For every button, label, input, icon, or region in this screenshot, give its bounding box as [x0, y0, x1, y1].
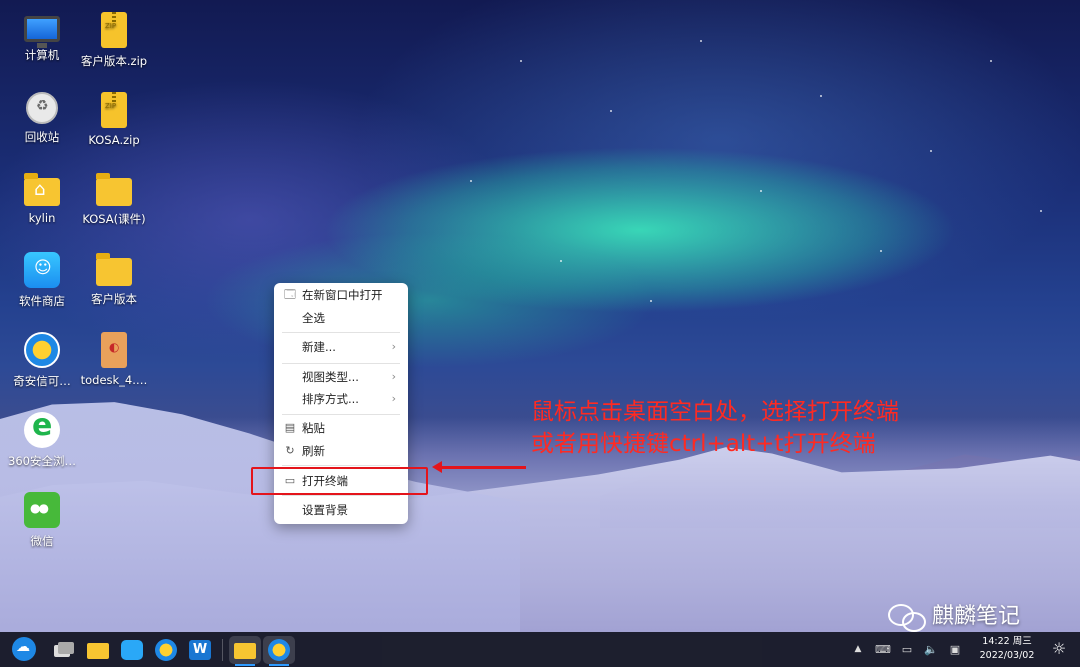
network-icon[interactable]: ▣: [946, 632, 964, 667]
keyboard-icon[interactable]: ⌨: [874, 632, 892, 667]
desktop-icon-label: KOSA(课件): [82, 212, 146, 226]
volume-icon[interactable]: 🔈: [922, 632, 940, 667]
desktop-icon-360-browser[interactable]: 360安全浏…: [4, 408, 80, 469]
clipboard-icon: ▤: [284, 421, 296, 434]
desktop-icon-label: kylin: [28, 211, 56, 225]
menu-item-label: 全选: [302, 311, 325, 325]
wps-icon[interactable]: [186, 636, 214, 664]
menu-separator: [282, 465, 400, 466]
watermark: 麒麟笔记: [888, 598, 1021, 632]
menu-separator: [282, 414, 400, 415]
notification-icon[interactable]: ▭: [898, 632, 916, 667]
clock-time: 14:22 周三: [982, 636, 1032, 647]
taskbar-file-manager-icon[interactable]: [84, 636, 112, 664]
desktop-icon-client-version-folder[interactable]: 客户版本: [76, 252, 152, 307]
desktop-icon-label: 360安全浏…: [8, 454, 76, 468]
home-folder-icon: [24, 173, 60, 206]
desktop-icon-qianxin-browser[interactable]: 奇安信可…: [4, 332, 80, 389]
browser-360-icon: [24, 408, 60, 448]
menu-separator: [282, 332, 400, 333]
menu-item-label: 粘贴: [302, 421, 325, 435]
multitask-icon[interactable]: [50, 636, 78, 664]
desktop-wallpaper[interactable]: [0, 0, 1080, 632]
desktop-icon-computer[interactable]: 计算机: [4, 12, 80, 63]
kylin-start-icon[interactable]: [12, 637, 36, 661]
software-store-icon: [24, 252, 60, 288]
qianxin-browser-icon: [24, 332, 60, 368]
desktop-icon-label: KOSA.zip: [88, 133, 140, 147]
desktop-icon-client-version-zip[interactable]: 客户版本.zip: [76, 12, 152, 69]
wechat-icon: [24, 492, 60, 528]
menu-separator: [282, 495, 400, 496]
menu-item-set-background[interactable]: 设置背景: [274, 499, 408, 521]
desktop-icon-trash[interactable]: 回收站: [4, 92, 80, 145]
desktop-icon-kosa-courseware[interactable]: KOSA(课件): [76, 172, 152, 227]
computer-icon: [24, 16, 60, 48]
taskbar-file-manager-open-icon[interactable]: [229, 636, 261, 664]
menu-item-new[interactable]: 新建... ›: [274, 336, 408, 358]
desktop-icon-label: 回收站: [24, 130, 60, 144]
desktop-icon-label: 软件商店: [19, 294, 65, 308]
desktop-icon-todesk-deb[interactable]: todesk_4.…: [76, 332, 152, 387]
zip-file-icon: [101, 92, 127, 128]
desktop-icon-label: 客户版本.zip: [80, 54, 148, 68]
clock-date: 2022/03/02: [979, 650, 1035, 661]
desktop-icon-kosa-zip[interactable]: KOSA.zip: [76, 92, 152, 147]
folder-icon: [96, 253, 132, 286]
menu-item-paste[interactable]: ▤ 粘贴: [274, 417, 408, 439]
desktop-icon-kylin-home[interactable]: kylin: [4, 172, 80, 225]
desktop-icon-label: todesk_4.…: [80, 373, 148, 387]
menu-item-open-in-new-window[interactable]: 🗔 在新窗口中打开: [274, 284, 408, 306]
menu-item-label: 刷新: [302, 444, 325, 458]
desktop-icon-software-store[interactable]: 软件商店: [4, 252, 80, 309]
desktop-icon-label: 奇安信可…: [13, 374, 71, 388]
menu-separator: [282, 363, 400, 364]
annotation-line-2: 或者用快捷键ctrl+alt+t打开终端: [531, 431, 876, 457]
folder-icon: [96, 173, 132, 206]
running-indicator: [235, 664, 255, 666]
menu-item-label: 在新窗口中打开: [302, 288, 383, 302]
menu-item-sort-by[interactable]: 排序方式... ›: [274, 388, 408, 410]
annotation-highlight-box: [251, 467, 428, 495]
tray-expand-icon[interactable]: ▲: [850, 632, 866, 667]
menu-item-label: 设置背景: [302, 503, 348, 517]
refresh-icon: ↻: [285, 444, 295, 457]
desktop-icon-label: 计算机: [24, 48, 60, 62]
annotation-line-1: 鼠标点击桌面空白处，选择打开终端: [531, 399, 899, 425]
menu-item-label: 新建...: [302, 340, 336, 354]
taskbar-clock[interactable]: 14:22 周三 2022/03/02: [975, 635, 1039, 663]
show-desktop-icon[interactable]: ☼: [1046, 636, 1072, 662]
chevron-right-icon: ›: [391, 392, 396, 405]
menu-item-select-all[interactable]: 全选: [274, 307, 408, 329]
chevron-right-icon: ›: [391, 340, 396, 353]
taskbar: ▲ ⌨ ▭ 🔈 ▣ 14:22 周三 2022/03/02 ☼: [0, 632, 1080, 667]
desktop-icon-label: 客户版本: [91, 292, 137, 306]
menu-item-label: 排序方式...: [302, 392, 359, 406]
taskbar-browser-open-icon[interactable]: [263, 636, 295, 664]
desktop-icon-wechat[interactable]: 微信: [4, 492, 80, 549]
annotation-arrow-icon: [432, 461, 526, 472]
menu-item-view-type[interactable]: 视图类型... ›: [274, 366, 408, 388]
trash-icon: [26, 92, 58, 124]
menu-item-label: 视图类型...: [302, 370, 359, 384]
annotation-text: 鼠标点击桌面空白处，选择打开终端 或者用快捷键ctrl+alt+t打开终端: [531, 396, 991, 460]
desktop-icon-label: 微信: [30, 534, 54, 548]
wechat-logo-icon: [888, 604, 926, 632]
chevron-right-icon: ›: [391, 370, 396, 383]
zip-file-icon: [101, 12, 127, 48]
deb-package-icon: [101, 332, 127, 368]
menu-item-refresh[interactable]: ↻ 刷新: [274, 440, 408, 462]
taskbar-browser-icon[interactable]: [152, 636, 180, 664]
taskbar-separator: [222, 639, 223, 661]
window-icon: 🗔: [284, 288, 296, 301]
running-indicator: [269, 664, 289, 666]
taskbar-software-store-icon[interactable]: [118, 636, 146, 664]
watermark-text: 麒麟笔记: [932, 604, 1021, 629]
